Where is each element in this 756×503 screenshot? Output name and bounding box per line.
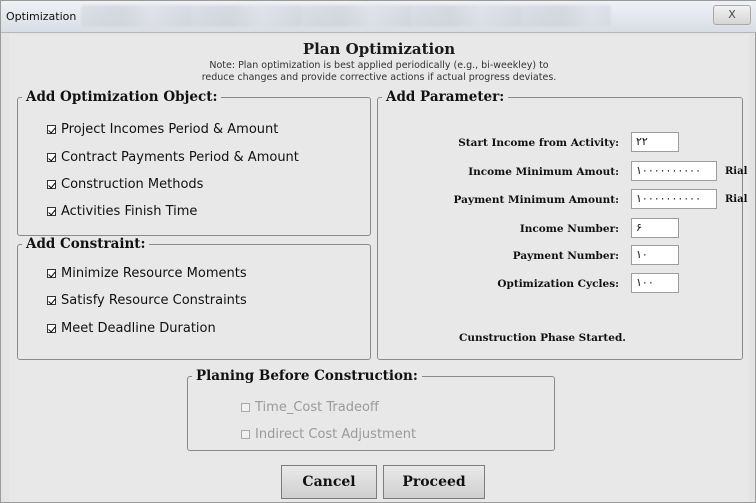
checkbox-time-cost-tradeoff[interactable]: Time_Cost Tradeoff	[241, 400, 379, 415]
checkbox-minimize-resource-moments[interactable]: Minimize Resource Moments	[47, 266, 247, 281]
checkbox-icon[interactable]	[47, 296, 56, 305]
planning-legend: Planing Before Construction:	[196, 368, 418, 384]
optimization-cycles-label: Optimization Cycles:	[497, 278, 619, 290]
checkbox-icon[interactable]	[47, 125, 56, 134]
checkbox-label: Minimize Resource Moments	[61, 266, 247, 281]
title-bar: Optimization X	[1, 1, 756, 33]
checkbox-icon[interactable]	[241, 403, 250, 412]
checkbox-satisfy-resource-constraints[interactable]: Satisfy Resource Constraints	[47, 293, 247, 308]
income-number-label: Income Number:	[519, 223, 619, 235]
checkbox-icon[interactable]	[47, 180, 56, 189]
checkbox-icon[interactable]	[47, 153, 56, 162]
note-line-1: Note: Plan optimization is best applied …	[209, 60, 549, 71]
checkbox-label: Activities Finish Time	[61, 204, 198, 219]
payment-minimum-label: Payment Minimum Amount:	[453, 194, 619, 206]
checkbox-construction-methods[interactable]: Construction Methods	[47, 177, 203, 192]
note-line-2: reduce changes and provide corrective ac…	[201, 72, 557, 83]
checkbox-label: Contract Payments Period & Amount	[61, 150, 299, 165]
checkbox-label: Meet Deadline Duration	[61, 321, 216, 336]
income-minimum-input[interactable]: ۱۰۰۰۰۰۰۰۰۰۰	[631, 161, 717, 181]
checkbox-label: Construction Methods	[61, 177, 204, 192]
optimization-object-legend: Add Optimization Object:	[26, 89, 218, 105]
checkbox-project-incomes[interactable]: Project Incomes Period & Amount	[47, 122, 278, 137]
start-income-label: Start Income from Activity:	[458, 137, 619, 149]
proceed-button[interactable]: Proceed	[383, 465, 485, 499]
constraint-legend: Add Constraint:	[26, 236, 146, 252]
optimization-window: Optimization X Plan Optimization Note: P…	[0, 0, 756, 503]
dialog-body: Plan Optimization Note: Plan optimizatio…	[9, 34, 749, 502]
parameter-legend: Add Parameter:	[386, 89, 505, 105]
checkbox-indirect-cost-adjustment[interactable]: Indirect Cost Adjustment	[241, 427, 416, 442]
checkbox-activities-finish-time[interactable]: Activities Finish Time	[47, 204, 197, 219]
window-title: Optimization	[6, 10, 77, 23]
income-minimum-unit: Rial	[725, 166, 748, 177]
income-number-input[interactable]: ۶	[631, 218, 679, 238]
income-minimum-label: Income Minimum Amout:	[468, 166, 619, 178]
page-title: Plan Optimization	[302, 40, 456, 58]
checkbox-label: Time_Cost Tradeoff	[255, 400, 379, 415]
optimization-cycles-input[interactable]: ۱۰۰	[631, 273, 679, 293]
close-button[interactable]: X	[713, 5, 751, 25]
checkbox-label: Satisfy Resource Constraints	[61, 293, 247, 308]
checkbox-label: Project Incomes Period & Amount	[61, 122, 279, 137]
checkbox-meet-deadline-duration[interactable]: Meet Deadline Duration	[47, 321, 216, 336]
payment-minimum-unit: Rial	[725, 194, 748, 205]
blurred-background-toolbar	[81, 5, 611, 27]
checkbox-icon[interactable]	[47, 207, 56, 216]
status-text: Cunstruction Phase Started.	[459, 332, 626, 344]
payment-minimum-input[interactable]: ۱۰۰۰۰۰۰۰۰۰۰	[631, 189, 717, 209]
checkbox-icon[interactable]	[47, 269, 56, 278]
note-text: Note: Plan optimization is best applied …	[9, 60, 749, 84]
start-income-input[interactable]: ۲۲	[631, 132, 679, 152]
checkbox-contract-payments[interactable]: Contract Payments Period & Amount	[47, 150, 299, 165]
checkbox-label: Indirect Cost Adjustment	[255, 427, 417, 442]
cancel-button[interactable]: Cancel	[281, 465, 377, 499]
checkbox-icon[interactable]	[47, 324, 56, 333]
payment-number-label: Payment Number:	[512, 250, 619, 262]
checkbox-icon[interactable]	[241, 430, 250, 439]
payment-number-input[interactable]: ۱۰	[631, 245, 679, 265]
